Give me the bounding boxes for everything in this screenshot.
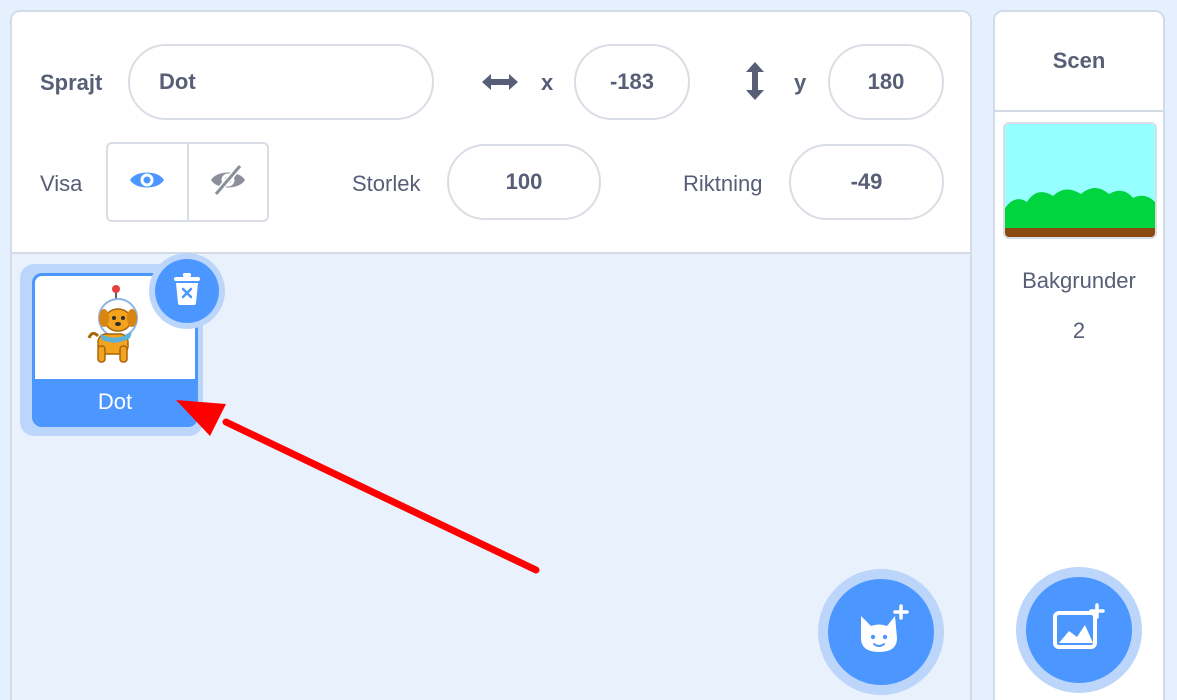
visibility-toggle-group: [106, 142, 269, 222]
size-label: Storlek: [352, 171, 421, 196]
show-button[interactable]: [108, 144, 187, 220]
sprite-info-panel: Sprajt Dot x -183 y 180 Visa Storlek 100…: [12, 12, 970, 254]
stage-pane: Scen Bakgrunder 2: [993, 10, 1165, 700]
direction-input[interactable]: -49: [789, 144, 944, 220]
sprite-pane: Sprajt Dot x -183 y 180 Visa Storlek 100…: [10, 10, 972, 700]
sprite-name-input[interactable]: Dot: [128, 44, 434, 120]
stage-thumbnail[interactable]: [1003, 122, 1157, 239]
y-input[interactable]: 180: [828, 44, 944, 120]
horizontal-arrows-icon: [480, 70, 520, 99]
eye-slash-icon: [209, 163, 247, 201]
add-sprite-cat-icon: [853, 603, 909, 661]
add-backdrop-button[interactable]: [1026, 577, 1132, 683]
backdrops-count: 2: [1072, 318, 1086, 343]
vertical-arrows-icon: [743, 60, 767, 107]
backdrops-label: Bakgrunder: [1022, 268, 1136, 293]
hide-button[interactable]: [186, 144, 268, 220]
trash-icon: [173, 272, 201, 311]
dot-dog-icon: [80, 284, 150, 371]
sprite-tile-label: Dot: [35, 379, 195, 424]
x-input[interactable]: -183: [574, 44, 690, 120]
add-sprite-button[interactable]: [828, 579, 934, 685]
add-backdrop-image-icon: [1051, 602, 1107, 658]
sprite-name-label: Sprajt: [40, 70, 103, 95]
stage-header: Scen: [995, 12, 1163, 112]
delete-sprite-button[interactable]: [155, 259, 219, 323]
eye-icon: [128, 167, 166, 198]
y-label: y: [794, 70, 807, 95]
x-label: x: [541, 70, 554, 95]
size-input[interactable]: 100: [447, 144, 601, 220]
direction-label: Riktning: [683, 171, 763, 196]
show-label: Visa: [40, 171, 83, 196]
